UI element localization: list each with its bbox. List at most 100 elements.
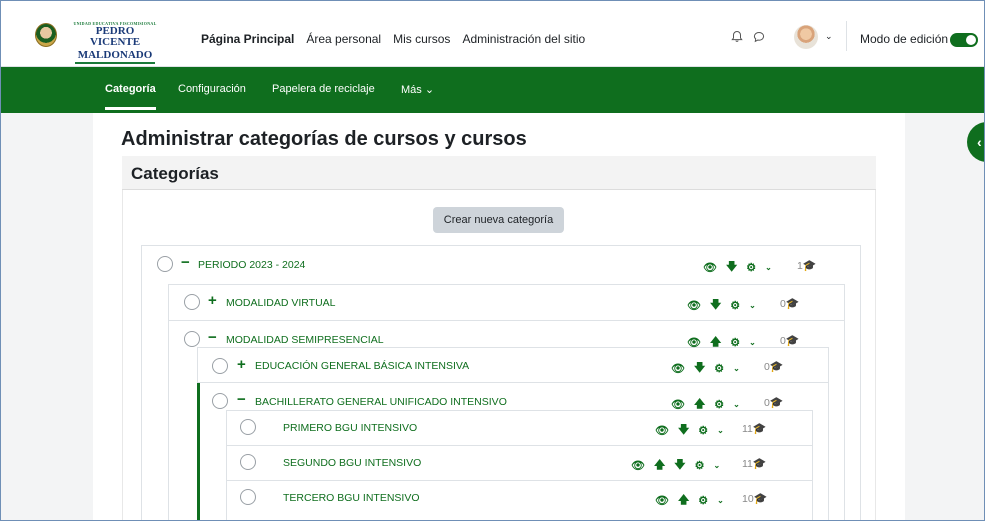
nav-dashboard[interactable]: Área personal: [306, 32, 381, 46]
active-category-indicator: [197, 383, 200, 520]
chevron-down-icon[interactable]: ⌄: [733, 364, 740, 373]
secondary-navigation: Categoría Configuración Papelera de reci…: [1, 67, 984, 113]
category-actions: 👁 🡅 🡇 ⚙ ⌄: [631, 456, 733, 475]
chevron-down-icon[interactable]: ⌄: [717, 426, 724, 435]
select-checkbox[interactable]: [240, 454, 256, 470]
category-name[interactable]: MODALIDAD VIRTUAL: [226, 297, 336, 309]
category-actions: 👁 🡅 ⚙ ⌄: [655, 491, 737, 510]
arrow-down-icon[interactable]: 🡇: [678, 421, 689, 440]
tab-settings[interactable]: Configuración: [178, 83, 246, 95]
collapse-toggle[interactable]: −: [181, 255, 190, 270]
tab-category[interactable]: Categoría: [105, 83, 156, 110]
brand-name[interactable]: UNIDAD EDUCATIVA FISCOMISIONAL PEDRO VIC…: [70, 21, 160, 64]
nav-my-courses[interactable]: Mis cursos: [393, 32, 450, 46]
category-name[interactable]: PRIMERO BGU INTENSIVO: [283, 422, 417, 434]
row-divider: [197, 382, 829, 383]
arrow-up-icon[interactable]: 🡅: [694, 395, 705, 414]
chevron-down-icon[interactable]: ⌄: [765, 263, 772, 272]
select-checkbox[interactable]: [212, 393, 228, 409]
graduation-cap-icon: 🎓: [769, 397, 784, 409]
tab-more[interactable]: Más ⌄: [401, 83, 434, 96]
arrow-down-icon[interactable]: 🡇: [726, 258, 737, 277]
select-checkbox[interactable]: [157, 256, 173, 272]
eye-icon[interactable]: 👁: [671, 362, 685, 375]
eye-icon[interactable]: 👁: [703, 261, 717, 274]
course-count: 1🎓: [797, 259, 817, 272]
select-checkbox[interactable]: [240, 489, 256, 505]
gear-icon[interactable]: ⚙: [714, 362, 724, 375]
category-name[interactable]: BACHILLERATO GENERAL UNIFICADO INTENSIVO: [255, 396, 507, 408]
course-count: 11🎓: [742, 422, 767, 435]
chevron-down-icon[interactable]: ⌄: [733, 400, 740, 409]
graduation-cap-icon: 🎓: [785, 335, 800, 347]
arrow-up-icon[interactable]: 🡅: [654, 456, 665, 475]
graduation-cap-icon: 🎓: [752, 458, 767, 470]
gear-icon[interactable]: ⚙: [714, 398, 724, 411]
chevron-down-icon[interactable]: ⌄: [749, 338, 756, 347]
edit-mode-toggle[interactable]: [950, 33, 978, 47]
window: UNIDAD EDUCATIVA FISCOMISIONAL PEDRO VIC…: [0, 0, 985, 521]
arrow-down-icon[interactable]: 🡇: [674, 456, 685, 475]
eye-icon[interactable]: 👁: [671, 398, 685, 411]
category-name[interactable]: TERCERO BGU INTENSIVO: [283, 492, 420, 504]
eye-icon[interactable]: 👁: [687, 336, 701, 349]
user-avatar[interactable]: [794, 25, 818, 49]
chevron-down-icon[interactable]: ⌄: [717, 496, 724, 505]
category-actions: 👁 🡇 ⚙ ⌄: [687, 296, 769, 315]
chat-bubble-icon[interactable]: [750, 31, 768, 46]
gear-icon[interactable]: ⚙: [730, 299, 740, 312]
category-actions: 👁 🡇 ⚙ ⌄: [655, 421, 737, 440]
category-actions: 👁 🡅 ⚙ ⌄: [671, 395, 753, 414]
nav-home[interactable]: Página Principal: [201, 32, 294, 46]
card-title: Categorías: [131, 164, 219, 183]
primary-navigation: Página Principal Área personal Mis curso…: [201, 32, 597, 46]
select-checkbox[interactable]: [240, 419, 256, 435]
card-header: Categorías: [122, 156, 876, 190]
arrow-down-icon[interactable]: 🡇: [710, 296, 721, 315]
gear-icon[interactable]: ⚙: [695, 459, 705, 472]
chevron-left-icon: ‹: [977, 134, 982, 150]
nav-site-admin[interactable]: Administración del sitio: [462, 32, 585, 46]
arrow-down-icon[interactable]: 🡇: [694, 359, 705, 378]
gear-icon[interactable]: ⚙: [698, 424, 708, 437]
eye-icon[interactable]: 👁: [655, 424, 669, 437]
course-count-value: 11: [742, 423, 753, 435]
eye-icon[interactable]: 👁: [631, 459, 645, 472]
course-count: 0🎓: [780, 334, 800, 347]
school-logo-icon[interactable]: [35, 23, 57, 47]
collapse-toggle[interactable]: −: [208, 330, 217, 345]
category-name[interactable]: SEGUNDO BGU INTENSIVO: [283, 457, 421, 469]
course-count: 0🎓: [780, 297, 800, 310]
collapse-toggle[interactable]: −: [237, 392, 246, 407]
expand-toggle[interactable]: +: [208, 293, 217, 308]
course-count: 10🎓: [742, 492, 767, 505]
chevron-down-icon[interactable]: ⌄: [825, 31, 833, 42]
expand-toggle[interactable]: +: [237, 357, 246, 372]
category-name[interactable]: PERIODO 2023 - 2024: [198, 259, 305, 271]
eye-icon[interactable]: 👁: [655, 494, 669, 507]
gear-icon[interactable]: ⚙: [698, 494, 708, 507]
category-name[interactable]: EDUCACIÓN GENERAL BÁSICA INTENSIVA: [255, 360, 469, 372]
top-navbar: UNIDAD EDUCATIVA FISCOMISIONAL PEDRO VIC…: [1, 1, 984, 67]
gear-icon[interactable]: ⚙: [746, 261, 756, 274]
row-divider: [226, 480, 813, 481]
graduation-cap-icon: 🎓: [785, 298, 800, 310]
gear-icon[interactable]: ⚙: [730, 336, 740, 349]
create-category-button[interactable]: Crear nueva categoría: [433, 207, 564, 233]
arrow-up-icon[interactable]: 🡅: [678, 491, 689, 510]
tab-recycle-bin[interactable]: Papelera de reciclaje: [272, 83, 375, 95]
select-checkbox[interactable]: [184, 294, 200, 310]
divider: [846, 21, 847, 51]
eye-icon[interactable]: 👁: [687, 299, 701, 312]
arrow-up-icon[interactable]: 🡅: [710, 333, 721, 352]
chevron-down-icon[interactable]: ⌄: [713, 461, 720, 470]
category-actions: 👁 🡇 ⚙ ⌄: [671, 359, 753, 378]
chevron-down-icon[interactable]: ⌄: [749, 301, 756, 310]
course-count: 11🎓: [742, 457, 767, 470]
course-count-value: 11: [742, 458, 753, 470]
select-checkbox[interactable]: [184, 331, 200, 347]
bell-icon[interactable]: [728, 30, 746, 46]
select-checkbox[interactable]: [212, 358, 228, 374]
category-name[interactable]: MODALIDAD SEMIPRESENCIAL: [226, 334, 384, 346]
graduation-cap-icon: 🎓: [802, 260, 817, 272]
